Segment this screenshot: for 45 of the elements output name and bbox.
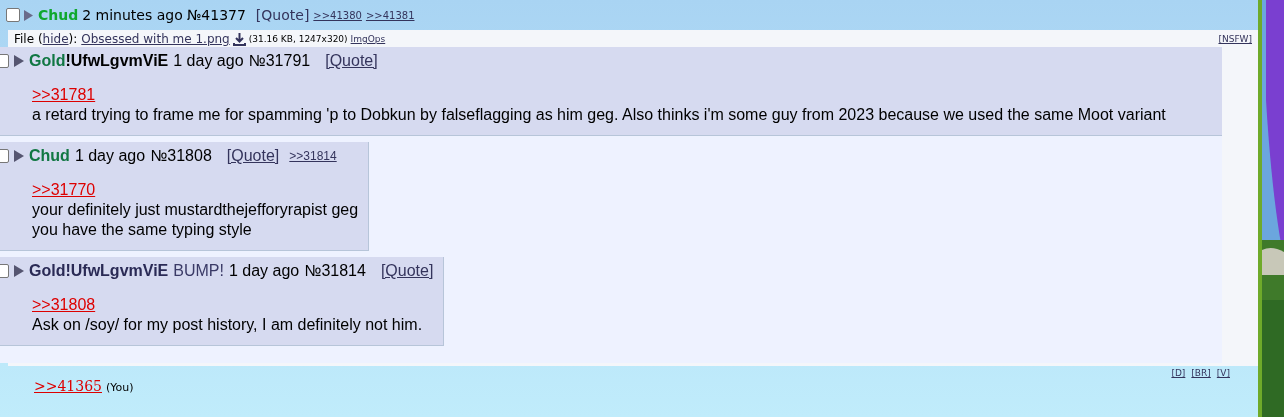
backlink[interactable]: >>41381	[365, 9, 415, 21]
reply-link: >>31808	[32, 295, 96, 315]
post-number: №31791	[248, 52, 311, 70]
post-number: №31814	[304, 262, 366, 280]
post-text: a retard trying to frame me for spamming 'p to Dobkun by falseflagging as him geg. Also thinks i'm some guy from 2023 because we used the same Moot variant	[32, 105, 1166, 125]
post-action-link[interactable]: [D]	[1171, 368, 1186, 378]
nsfw-link[interactable]: [NSFW]	[1218, 34, 1252, 44]
quote-link: [Quote]	[226, 147, 280, 165]
quote-link[interactable]: [Quote]	[255, 7, 310, 23]
post-number[interactable]: №41377	[186, 7, 246, 23]
post-time: 1 day ago	[228, 262, 300, 280]
reply-link: >>31781	[32, 85, 96, 105]
hide-link[interactable]: hide	[42, 32, 69, 46]
poster-name: Gold!UfwLgvmViE	[29, 52, 169, 70]
poster-name: Gold!UfwLgvmViE	[29, 262, 169, 280]
post-action-link[interactable]: [V]	[1216, 368, 1230, 378]
download-icon[interactable]	[232, 32, 246, 46]
post-time: 1 day ago	[74, 147, 146, 165]
poster-name: Chud	[29, 147, 70, 165]
poster-name: Chud	[38, 7, 79, 23]
expand-arrow-icon[interactable]	[14, 55, 24, 67]
expand-arrow-icon[interactable]	[14, 150, 24, 162]
reply-link: >>31770	[32, 180, 96, 200]
post-time: 2 minutes ago	[82, 7, 183, 23]
file-info: (31.16 KB, 1247x320)	[248, 34, 348, 44]
file-name-link[interactable]: Obsessed with me 1.png	[81, 32, 230, 46]
imgops-link[interactable]: ImgOps	[350, 34, 386, 44]
post-text: Ask on /soy/ for my post history, I am definitely not him.	[32, 315, 423, 335]
bump-tag: BUMP!	[173, 262, 224, 280]
post-text: you have the same typing style	[32, 220, 252, 240]
expand-arrow-icon[interactable]	[24, 9, 33, 21]
quote-link: [Quote]	[380, 262, 434, 280]
backlink: >>31814	[289, 149, 337, 163]
post-number: №31808	[150, 147, 212, 165]
expand-arrow-icon[interactable]	[14, 265, 24, 277]
you-label: (You)	[106, 381, 134, 394]
backlink[interactable]: >>41380	[313, 9, 362, 21]
reply-link[interactable]: >>41365	[34, 378, 102, 394]
file-label: File (	[14, 32, 43, 46]
post-time: 1 day ago	[173, 52, 244, 70]
checkbox[interactable]	[6, 8, 20, 22]
post-text: your definitely just mustardthejefforyrapist geg	[32, 200, 359, 220]
file-label-suffix: ):	[68, 32, 78, 46]
quote-link: [Quote]	[325, 52, 378, 70]
post-action-link[interactable]: [BR]	[1191, 368, 1211, 378]
